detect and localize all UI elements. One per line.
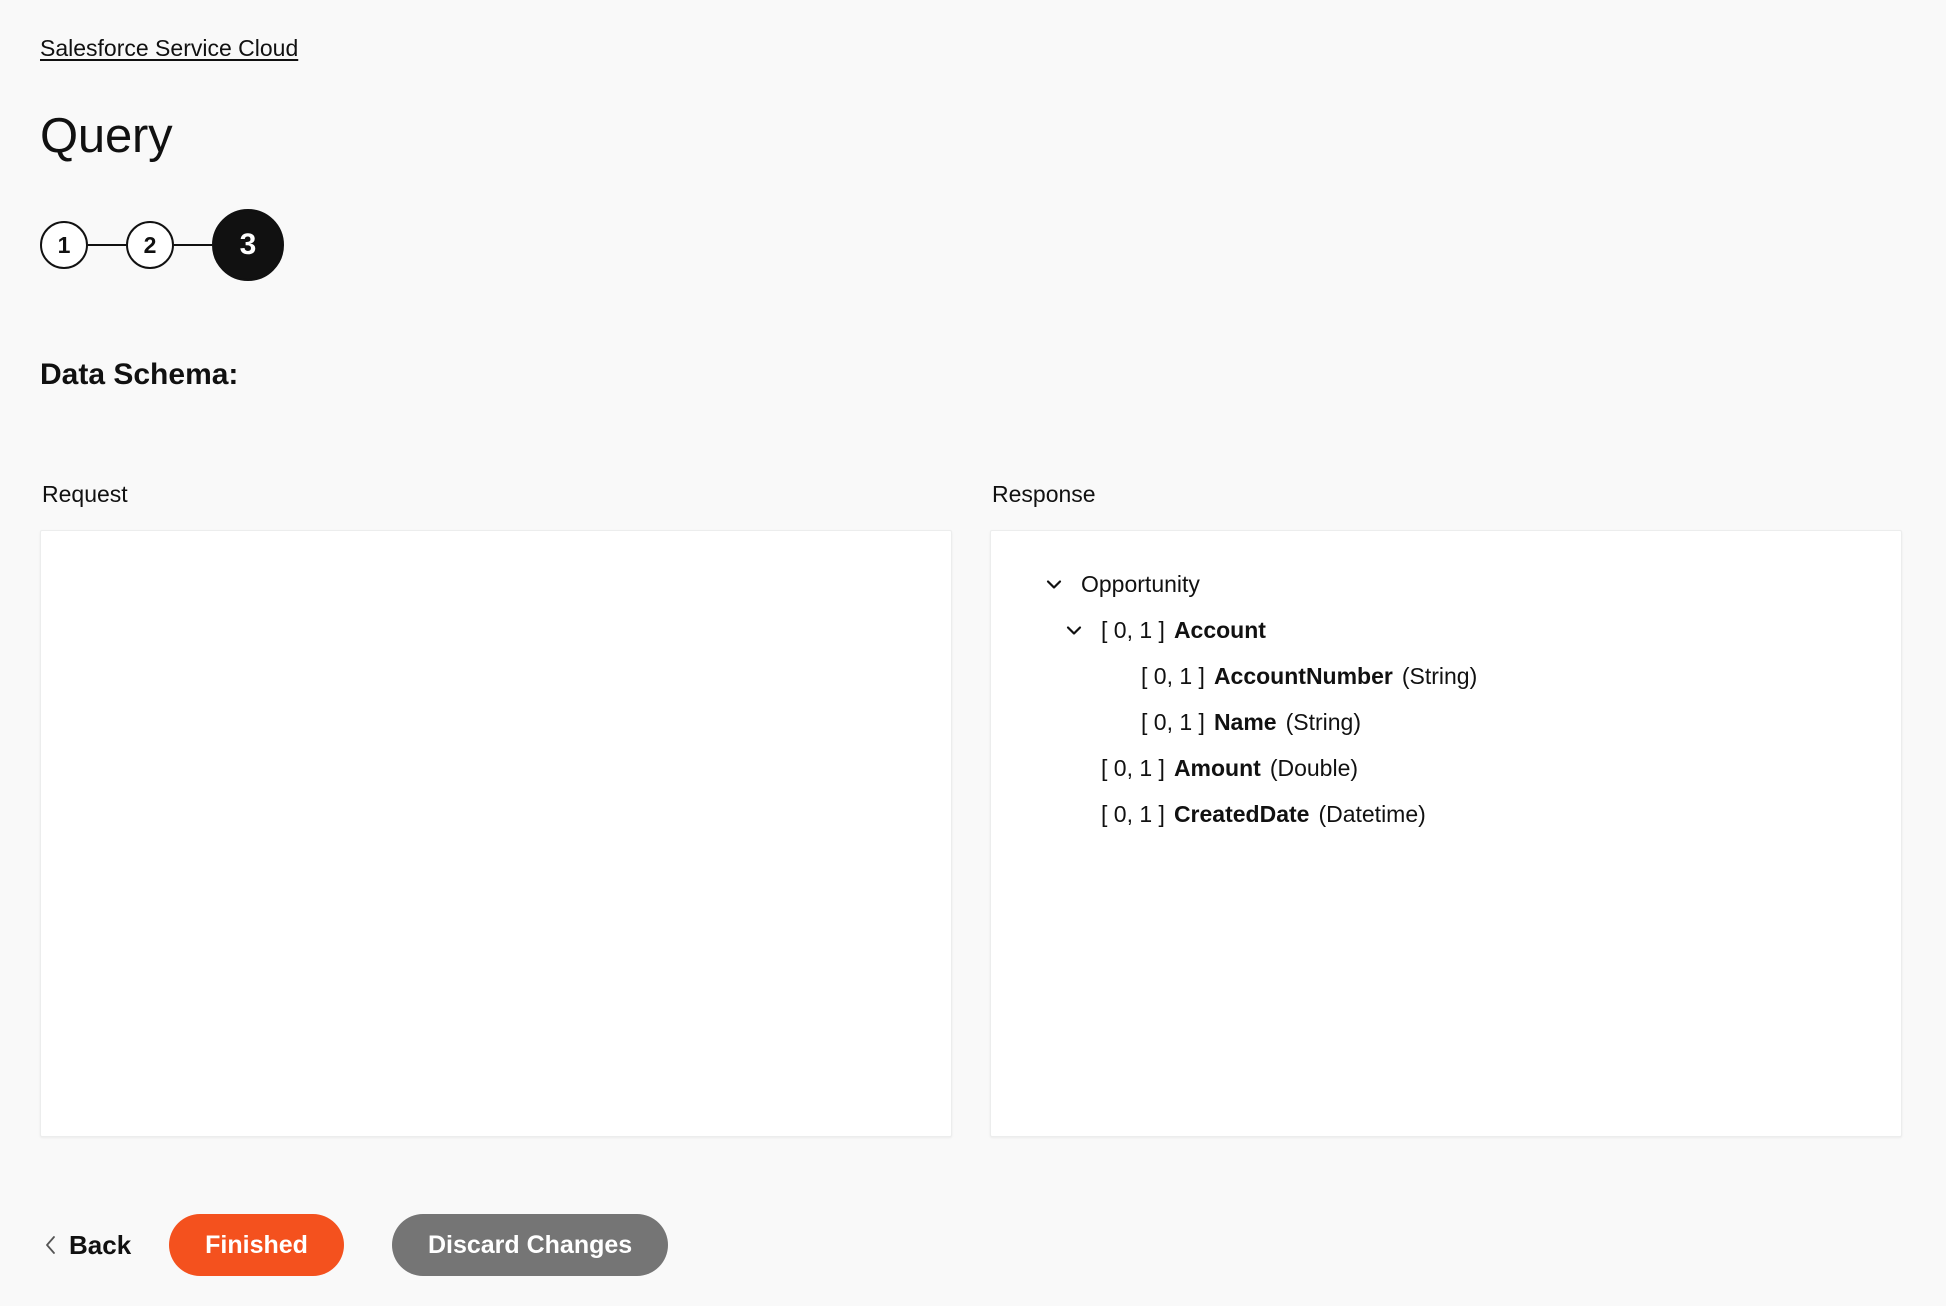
schema-field-name: Name — [1213, 709, 1277, 735]
stepper-step-1-label: 1 — [57, 231, 71, 258]
response-column: Response Opportunity[ 0, 1 ] Account[ 0, … — [990, 480, 1902, 1137]
schema-cardinality: [ 0, 1 ] — [1141, 663, 1205, 689]
query-wizard-page: Salesforce Service Cloud Query 1 2 3 Dat… — [0, 0, 1946, 1306]
schema-cardinality: [ 0, 1 ] — [1101, 617, 1165, 643]
schema-tree-row[interactable]: Opportunity — [991, 561, 1901, 607]
response-schema-tree: Opportunity [ 0, 1 ] Account [ 0, 1 ] Accoun… — [991, 531, 1901, 837]
schema-tree-row[interactable]: [ 0, 1 ] Account — [991, 607, 1901, 653]
schema-field-name: Account — [1173, 617, 1266, 643]
breadcrumb-salesforce-service-cloud[interactable]: Salesforce Service Cloud — [40, 34, 298, 62]
stepper-step-2[interactable]: 2 — [126, 221, 174, 269]
wizard-footer: Back Finished Discard Changes — [40, 1212, 669, 1278]
schema-field-name: CreatedDate — [1173, 801, 1310, 827]
schema-field-type: (String) — [1401, 663, 1478, 689]
stepper-connector-1 — [88, 244, 126, 246]
schema-tree-row[interactable]: [ 0, 1 ] CreatedDate (Datetime) — [991, 791, 1901, 837]
stepper-connector-2 — [174, 244, 212, 246]
stepper-step-3[interactable]: 3 — [212, 209, 284, 281]
back-button[interactable]: Back — [40, 1230, 131, 1261]
schema-tree-row[interactable]: [ 0, 1 ] Name (String) — [991, 699, 1901, 745]
schema-field-name: AccountNumber — [1213, 663, 1393, 689]
request-schema-tree — [41, 531, 951, 561]
finished-button[interactable]: Finished — [169, 1214, 344, 1276]
schema-tree-row[interactable]: [ 0, 1 ] Amount (Double) — [991, 745, 1901, 791]
discard-changes-button[interactable]: Discard Changes — [391, 1214, 669, 1276]
request-column: Request — [40, 480, 952, 1137]
chevron-left-icon — [40, 1232, 60, 1258]
schema-field-name: Amount — [1173, 755, 1261, 781]
stepper-step-1[interactable]: 1 — [40, 221, 88, 269]
schema-cardinality: [ 0, 1 ] — [1101, 801, 1165, 827]
schema-tree-row[interactable]: [ 0, 1 ] AccountNumber (String) — [991, 653, 1901, 699]
schema-node-name: Opportunity — [1081, 571, 1200, 597]
schema-field-type: (Datetime) — [1318, 801, 1426, 827]
page-title: Query — [40, 109, 173, 163]
stepper-step-3-label: 3 — [239, 228, 257, 261]
schema-field-type: (String) — [1285, 709, 1361, 735]
chevron-down-icon[interactable] — [1061, 617, 1087, 643]
data-schema-heading: Data Schema: — [40, 358, 239, 391]
schema-field-type: (Double) — [1269, 755, 1359, 781]
response-schema-panel[interactable]: Opportunity [ 0, 1 ] Account [ 0, 1 ] Accoun… — [990, 530, 1902, 1137]
response-panel-label: Response — [992, 481, 1096, 507]
schema-cardinality: [ 0, 1 ] — [1101, 755, 1165, 781]
stepper-step-2-label: 2 — [143, 231, 157, 258]
wizard-stepper: 1 2 3 — [40, 208, 284, 282]
request-schema-panel[interactable] — [40, 530, 952, 1137]
back-button-label: Back — [69, 1229, 132, 1260]
chevron-down-icon[interactable] — [1041, 571, 1067, 597]
request-panel-label: Request — [42, 481, 128, 507]
schema-cardinality: [ 0, 1 ] — [1141, 709, 1205, 735]
